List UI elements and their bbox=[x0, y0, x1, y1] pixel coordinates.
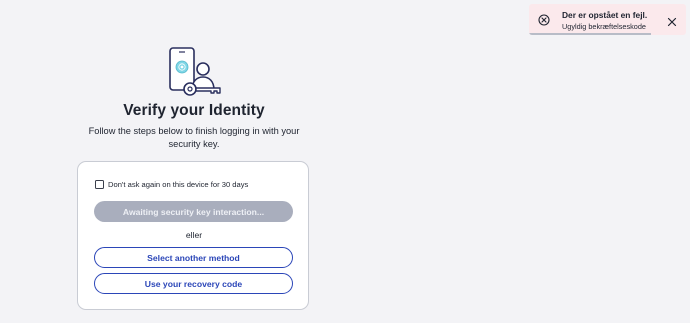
close-icon[interactable] bbox=[667, 14, 677, 27]
error-circle-icon bbox=[538, 13, 550, 26]
page-subtitle: Follow the steps below to finish logging… bbox=[88, 126, 300, 149]
remember-device-checkbox[interactable] bbox=[95, 180, 104, 189]
remember-device-label[interactable]: Don't ask again on this device for 30 da… bbox=[108, 180, 248, 189]
page-title: Verify your Identity bbox=[123, 102, 265, 119]
use-recovery-code-button[interactable]: Use your recovery code bbox=[94, 273, 293, 294]
phone-user-key-icon bbox=[166, 46, 224, 98]
error-toast: Der er opstået en fejl. Ugyldig bekræfte… bbox=[529, 4, 686, 35]
select-another-method-button[interactable]: Select another method bbox=[94, 247, 293, 268]
verification-card: Don't ask again on this device for 30 da… bbox=[77, 161, 309, 310]
or-separator: eller bbox=[185, 230, 203, 240]
toast-message: Ugyldig bekræftelseskode bbox=[562, 22, 646, 31]
awaiting-security-key-button[interactable]: Awaiting security key interaction... bbox=[94, 201, 293, 222]
remember-device-row[interactable]: Don't ask again on this device for 30 da… bbox=[95, 180, 248, 189]
toast-progress-bar bbox=[529, 33, 652, 35]
toast-title: Der er opstået en fejl. bbox=[562, 10, 648, 20]
